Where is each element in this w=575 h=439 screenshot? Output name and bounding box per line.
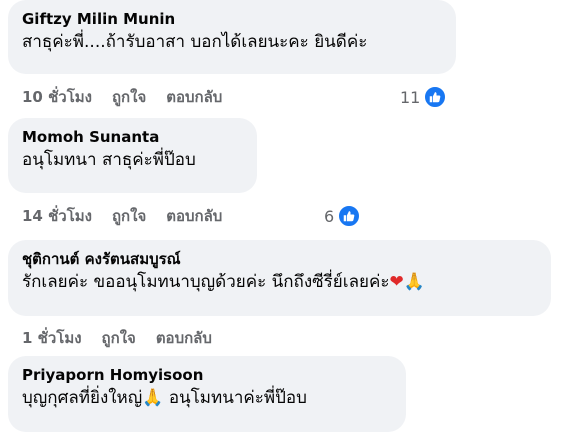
like-button[interactable]: ถูกใจ bbox=[102, 326, 136, 350]
comment-bubble: ชุติกานต์ คงรัตนสมบูรณ์ รักเลยค่ะ ขออนุโ… bbox=[8, 240, 551, 316]
reaction-count: 6 bbox=[324, 206, 335, 226]
comment-actions: 1 ชั่วโมง ถูกใจ ตอบกลับ bbox=[22, 326, 212, 350]
reaction-summary[interactable]: 11 bbox=[400, 85, 448, 109]
comment-thread: Giftzy Milin Munin สาธุค่ะพี่....ถ้ารับอ… bbox=[0, 0, 575, 439]
comment-actions: 10 ชั่วโมง ถูกใจ ตอบกลับ bbox=[22, 85, 222, 109]
reply-button[interactable]: ตอบกลับ bbox=[166, 204, 222, 228]
comment-text-content: บุญกุศลที่ยิ่งใหญ่ bbox=[22, 388, 143, 408]
comment-author[interactable]: Momoh Sunanta bbox=[22, 127, 242, 147]
like-button[interactable]: ถูกใจ bbox=[112, 85, 146, 109]
comment-text-content: อนุโมทนาค่ะพี่ป๊อบ bbox=[163, 388, 307, 408]
comment-timestamp[interactable]: 14 ชั่วโมง bbox=[22, 204, 92, 228]
comment-author[interactable]: Priyaporn Homyisoon bbox=[22, 365, 391, 385]
comment-text: รักเลยค่ะ ขออนุโมทนาบุญด้วยค่ะ นึกถึงซีร… bbox=[22, 269, 536, 295]
comment-text: บุญกุศลที่ยิ่งใหญ่🙏 อนุโมทนาค่ะพี่ป๊อบ bbox=[22, 385, 391, 411]
reply-button[interactable]: ตอบกลับ bbox=[166, 85, 222, 109]
reply-button[interactable]: ตอบกลับ bbox=[156, 326, 212, 350]
comment-timestamp[interactable]: 1 ชั่วโมง bbox=[22, 326, 82, 350]
comment-bubble: Giftzy Milin Munin สาธุค่ะพี่....ถ้ารับอ… bbox=[8, 0, 456, 74]
heart-emoji-icon: ❤ bbox=[389, 272, 404, 292]
praying-hands-emoji-icon: 🙏 bbox=[142, 388, 164, 408]
comment-timestamp[interactable]: 10 ชั่วโมง bbox=[22, 85, 92, 109]
comment-actions: 14 ชั่วโมง ถูกใจ ตอบกลับ bbox=[22, 204, 222, 228]
reaction-summary[interactable]: 6 bbox=[324, 204, 362, 228]
reaction-count: 11 bbox=[400, 87, 421, 107]
comment-text: อนุโมทนา สาธุค่ะพี่ป๊อบ bbox=[22, 150, 196, 170]
comment-author[interactable]: Giftzy Milin Munin bbox=[22, 9, 441, 29]
like-icon bbox=[423, 85, 448, 109]
praying-hands-emoji-icon: 🙏 bbox=[403, 272, 425, 292]
like-icon bbox=[337, 204, 362, 228]
comment-text-content: รักเลยค่ะ ขออนุโมทนาบุญด้วยค่ะ นึกถึงซีร… bbox=[22, 272, 390, 292]
like-button[interactable]: ถูกใจ bbox=[112, 204, 146, 228]
comment-bubble: Momoh Sunanta อนุโมทนา สาธุค่ะพี่ป๊อบ bbox=[8, 118, 257, 193]
comment-text: สาธุค่ะพี่....ถ้ารับอาสา บอกได้เลยนะคะ ย… bbox=[22, 32, 368, 52]
comment-bubble: Priyaporn Homyisoon บุญกุศลที่ยิ่งใหญ่🙏 … bbox=[8, 356, 406, 432]
comment-author[interactable]: ชุติกานต์ คงรัตนสมบูรณ์ bbox=[22, 249, 536, 269]
